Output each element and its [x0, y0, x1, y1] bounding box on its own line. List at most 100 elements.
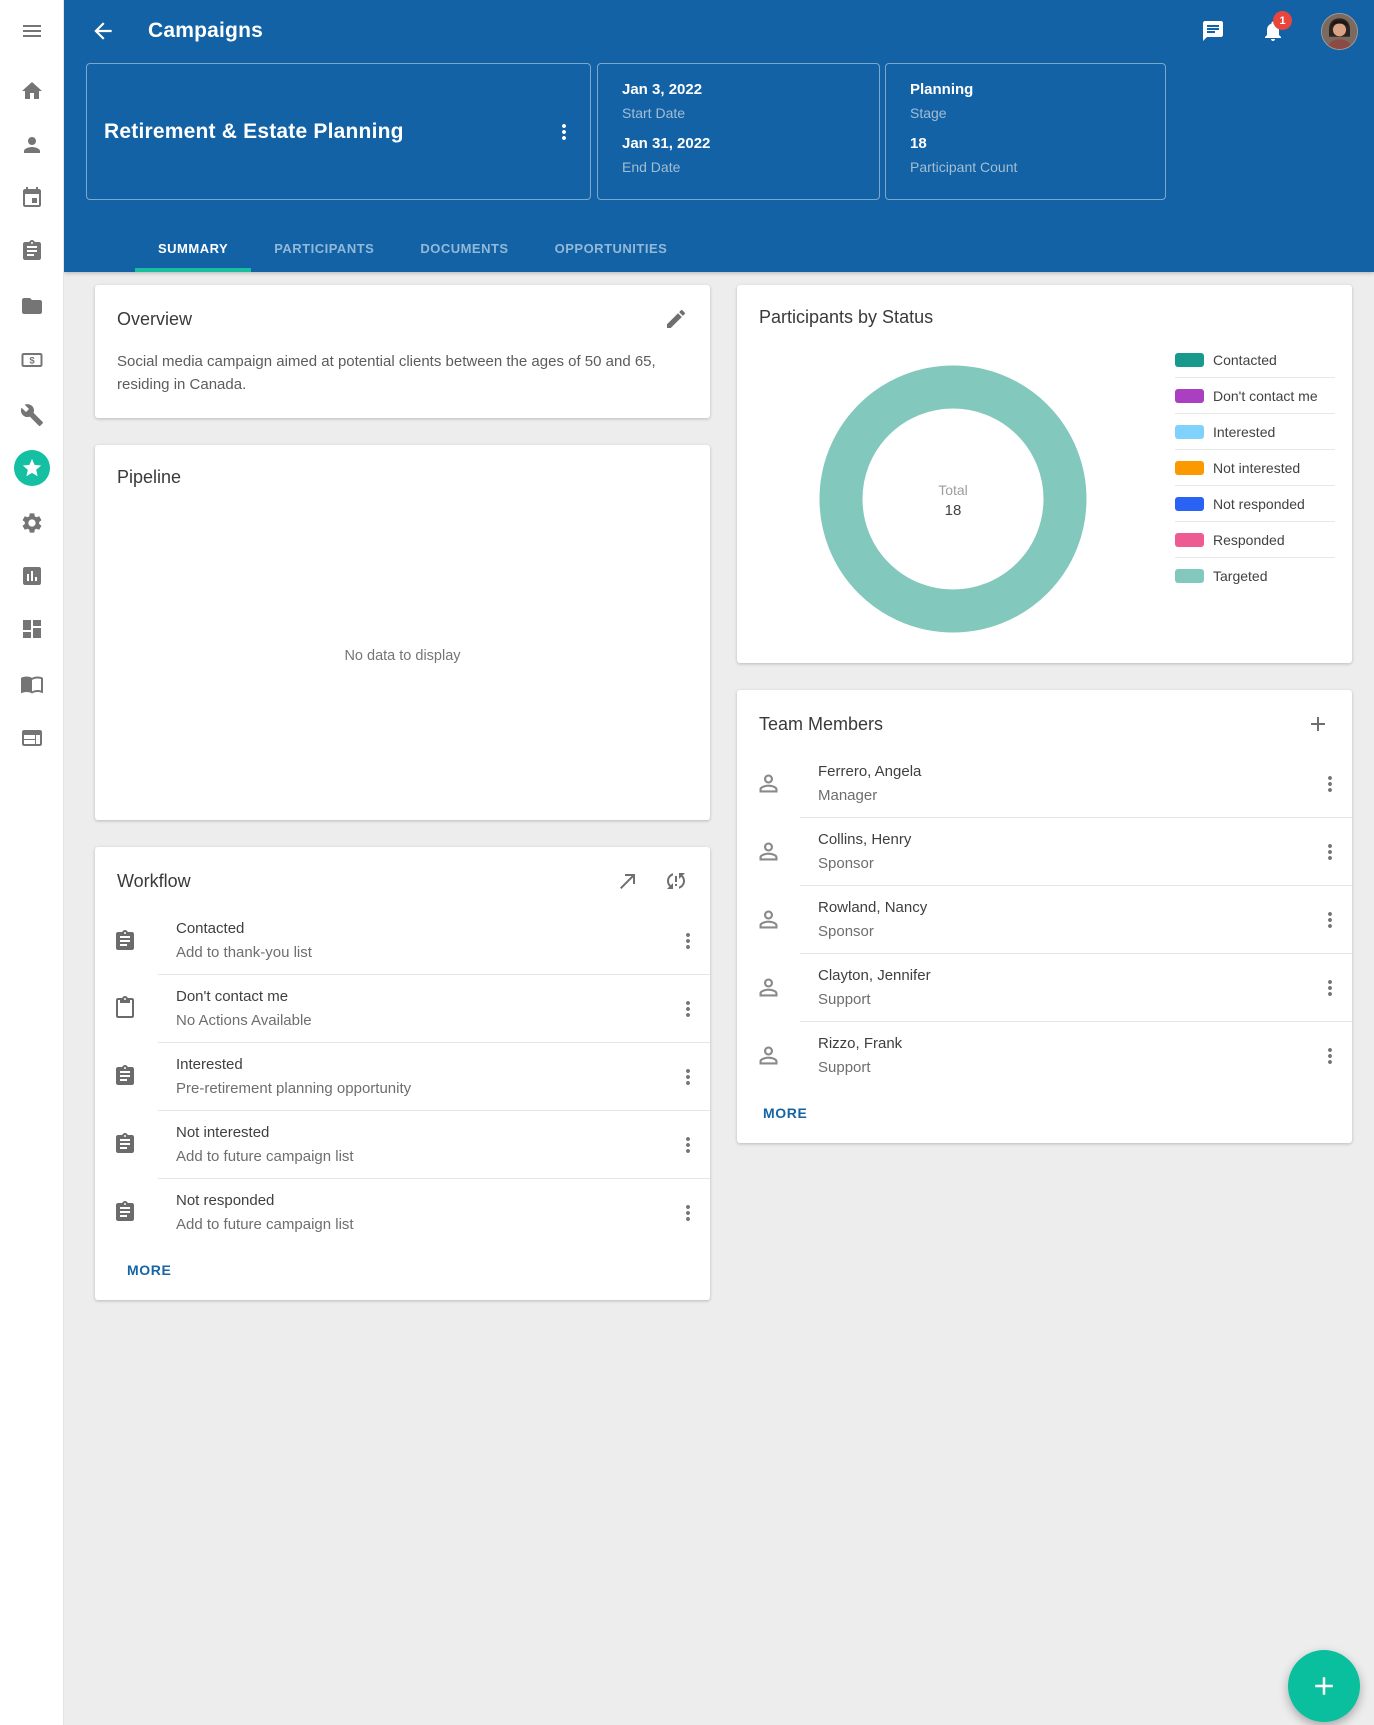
- workflow-row-not-interested: Not interested Add to future campaign li…: [95, 1110, 710, 1178]
- calendar-icon[interactable]: [20, 186, 44, 210]
- workflow-card: Workflow Contacted Add to thank-you list: [95, 847, 710, 1300]
- campaign-name-card: Retirement & Estate Planning: [86, 63, 591, 200]
- appbar: Campaigns 1: [64, 0, 1374, 62]
- reports-icon[interactable]: [20, 564, 44, 588]
- clipboard-outline-icon: [95, 974, 158, 1042]
- workflow-list: Contacted Add to thank-you list Don't co…: [95, 907, 710, 1246]
- assignment-icon: [95, 907, 158, 974]
- campaign-header: Campaigns 1 Retirement & Estate Planning…: [64, 0, 1374, 272]
- row-menu-icon[interactable]: [1318, 1044, 1342, 1068]
- legend-item-targeted[interactable]: Targeted: [1175, 558, 1335, 594]
- dashboard-icon[interactable]: [20, 617, 44, 641]
- member-role: Support: [818, 1059, 1318, 1076]
- row-menu-icon[interactable]: [676, 997, 700, 1021]
- settings-icon[interactable]: [20, 511, 44, 535]
- legend-swatch: [1175, 425, 1204, 439]
- row-menu-icon[interactable]: [1318, 772, 1342, 796]
- person-outline-icon: [737, 750, 800, 817]
- contacts-icon[interactable]: [20, 133, 44, 157]
- person-outline-icon: [737, 885, 800, 953]
- workflow-status: Contacted: [176, 920, 676, 937]
- notifications-bell-icon[interactable]: 1: [1261, 19, 1285, 43]
- donut-total-value: 18: [945, 502, 962, 519]
- member-name[interactable]: Collins, Henry: [818, 831, 1318, 848]
- legend-swatch: [1175, 569, 1204, 583]
- member-name[interactable]: Rowland, Nancy: [818, 899, 1318, 916]
- legend-item-not-interested[interactable]: Not interested: [1175, 450, 1335, 486]
- assignment-icon: [95, 1178, 158, 1246]
- campaign-menu-icon[interactable]: [552, 120, 576, 144]
- end-date-label: End Date: [622, 159, 879, 175]
- member-name[interactable]: Rizzo, Frank: [818, 1035, 1318, 1052]
- team-member-row: Ferrero, Angela Manager: [737, 750, 1352, 817]
- tab-opportunities[interactable]: OPPORTUNITIES: [532, 228, 691, 272]
- assignment-icon: [95, 1110, 158, 1178]
- row-menu-icon[interactable]: [676, 929, 700, 953]
- legend-item-responded[interactable]: Responded: [1175, 522, 1335, 558]
- stage-label: Stage: [910, 105, 1165, 121]
- row-menu-icon[interactable]: [1318, 908, 1342, 932]
- user-avatar[interactable]: [1321, 13, 1358, 50]
- workflow-row-not-responded: Not responded Add to future campaign lis…: [95, 1178, 710, 1246]
- member-role: Manager: [818, 787, 1318, 804]
- home-icon[interactable]: [20, 79, 44, 103]
- campaigns-star-icon[interactable]: [14, 450, 50, 486]
- legend-swatch: [1175, 389, 1204, 403]
- menu-icon[interactable]: [20, 19, 44, 43]
- documents-folder-icon[interactable]: [20, 294, 44, 318]
- back-arrow-icon[interactable]: [90, 18, 116, 44]
- svg-text:$: $: [29, 356, 35, 367]
- member-role: Sponsor: [818, 855, 1318, 872]
- notifications-badge: 1: [1273, 11, 1292, 30]
- app-sidebar: $: [0, 0, 64, 1725]
- chat-icon[interactable]: [1201, 19, 1225, 43]
- row-menu-icon[interactable]: [1318, 840, 1342, 864]
- row-menu-icon[interactable]: [676, 1065, 700, 1089]
- team-members-card: Team Members Ferrero, Angela Manager: [737, 690, 1352, 1143]
- row-menu-icon[interactable]: [1318, 976, 1342, 1000]
- team-member-row: Rowland, Nancy Sponsor: [737, 885, 1352, 953]
- add-team-member-icon[interactable]: [1306, 712, 1330, 736]
- legend-item-interested[interactable]: Interested: [1175, 414, 1335, 450]
- campaign-dates-card: Jan 3, 2022 Start Date Jan 31, 2022 End …: [597, 63, 880, 200]
- tab-summary[interactable]: SUMMARY: [135, 228, 251, 272]
- legend-item-not-responded[interactable]: Not responded: [1175, 486, 1335, 522]
- sync-problem-icon[interactable]: [664, 869, 688, 893]
- team-members-more-button[interactable]: MORE: [761, 1101, 809, 1125]
- workflow-status: Not responded: [176, 1192, 676, 1209]
- workflow-status: Interested: [176, 1056, 676, 1073]
- workflow-row-contacted: Contacted Add to thank-you list: [95, 907, 710, 974]
- member-role: Support: [818, 991, 1318, 1008]
- tools-icon[interactable]: [20, 403, 44, 427]
- chart-legend: Contacted Don't contact me Interested No…: [1175, 342, 1335, 594]
- money-icon[interactable]: $: [20, 348, 44, 372]
- workflow-row-dont-contact: Don't contact me No Actions Available: [95, 974, 710, 1042]
- workflow-action: Add to future campaign list: [176, 1148, 676, 1165]
- pipeline-card: Pipeline No data to display: [95, 445, 710, 820]
- edit-pencil-icon[interactable]: [664, 307, 688, 331]
- pipeline-empty-message: No data to display: [95, 648, 710, 664]
- open-workflow-arrow-icon[interactable]: [616, 869, 640, 893]
- tab-documents[interactable]: DOCUMENTS: [397, 228, 531, 272]
- legend-item-contacted[interactable]: Contacted: [1175, 342, 1335, 378]
- tasks-icon[interactable]: [20, 239, 44, 263]
- legend-swatch: [1175, 461, 1204, 475]
- member-name[interactable]: Clayton, Jennifer: [818, 967, 1318, 984]
- participants-by-status-title: Participants by Status: [759, 307, 1330, 328]
- workflow-title: Workflow: [117, 871, 592, 892]
- knowledge-book-icon[interactable]: [20, 672, 44, 696]
- team-member-row: Collins, Henry Sponsor: [737, 817, 1352, 885]
- overview-title: Overview: [117, 309, 640, 330]
- team-member-row: Rizzo, Frank Support: [737, 1021, 1352, 1089]
- tab-participants[interactable]: PARTICIPANTS: [251, 228, 397, 272]
- layout-notes-icon[interactable]: [20, 726, 44, 750]
- workflow-more-button[interactable]: MORE: [125, 1258, 173, 1282]
- row-menu-icon[interactable]: [676, 1201, 700, 1225]
- legend-item-dont-contact-me[interactable]: Don't contact me: [1175, 378, 1335, 414]
- add-fab-button[interactable]: [1288, 1650, 1360, 1722]
- row-menu-icon[interactable]: [676, 1133, 700, 1157]
- member-name[interactable]: Ferrero, Angela: [818, 763, 1318, 780]
- end-date-value: Jan 31, 2022: [622, 135, 879, 152]
- tab-bar: SUMMARY PARTICIPANTS DOCUMENTS OPPORTUNI…: [135, 228, 690, 272]
- workflow-action: Add to future campaign list: [176, 1216, 676, 1233]
